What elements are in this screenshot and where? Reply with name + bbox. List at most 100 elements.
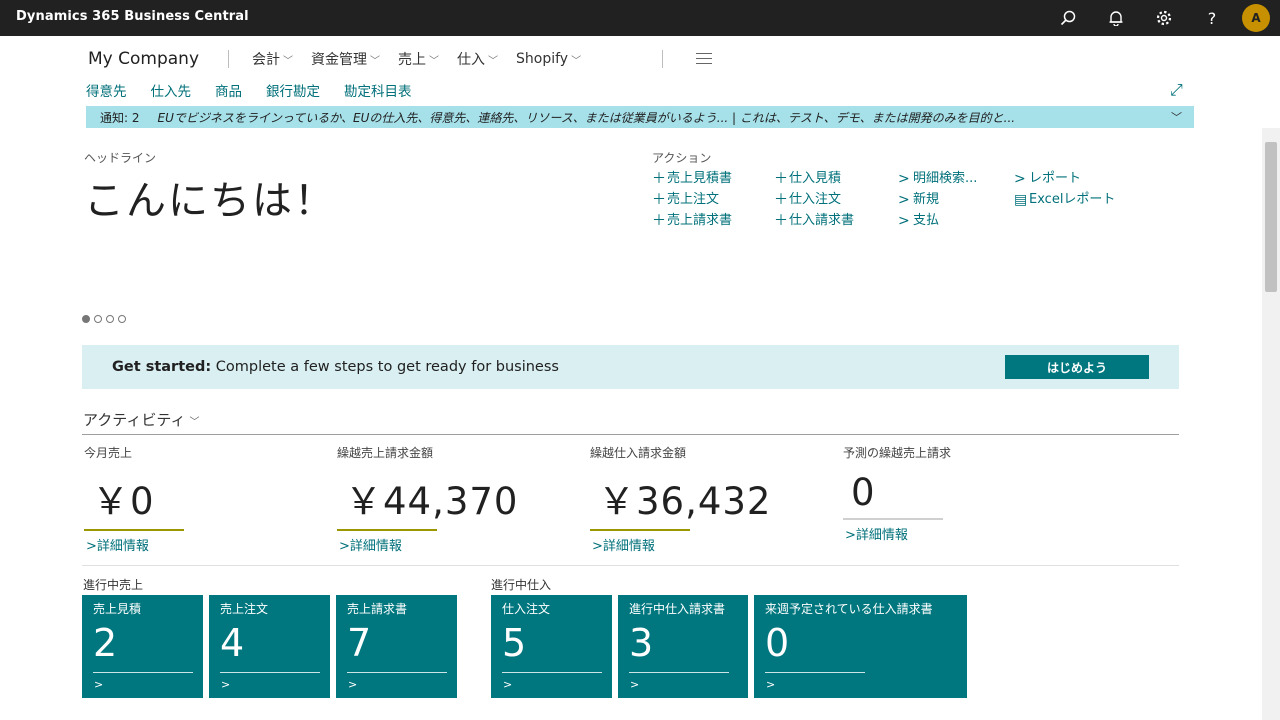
- action-label: 売上注文: [667, 191, 720, 207]
- tile-divider: [765, 672, 865, 673]
- action-sales-invoice[interactable]: ＋売上請求書: [652, 210, 732, 231]
- action-find-entries[interactable]: > 明細検索...: [898, 168, 977, 189]
- plus-icon: ＋: [774, 191, 788, 208]
- nav-item-label: 会計: [252, 52, 280, 68]
- nav-item-label: Shopify: [516, 51, 569, 67]
- search-icon[interactable]: [1044, 0, 1092, 36]
- app-title[interactable]: Dynamics 365 Business Central: [16, 9, 249, 24]
- get-started-banner: Get started: Complete a few steps to get…: [82, 345, 1179, 389]
- cue-indicator: [843, 518, 943, 520]
- cue-value[interactable]: ￥0: [92, 471, 314, 525]
- notification-bar[interactable]: 通知: 2 EUでビジネスをラインっているか、EUの仕入先、得意先、連絡先、リソ…: [86, 106, 1194, 128]
- tile-divider: [93, 672, 193, 673]
- nav-item-shopify[interactable]: Shopify ﹀: [516, 49, 581, 69]
- nav-item-label: 資金管理: [311, 52, 367, 68]
- tile-value: 0: [765, 621, 790, 665]
- actions-column-new-sales: ＋売上見積書 ＋売上注文 ＋売上請求書: [652, 168, 732, 231]
- action-new[interactable]: > 新規: [898, 189, 977, 210]
- cue-forecast-overdue-sales: 予測の繰越売上請求 0 >詳細情報: [843, 444, 1073, 543]
- expand-icon[interactable]: ⤢: [1170, 80, 1183, 100]
- chevron-right-icon: >: [86, 539, 97, 554]
- scrollbar-thumb[interactable]: [1265, 142, 1277, 292]
- plus-icon: ＋: [652, 170, 666, 187]
- cue-value[interactable]: 0: [851, 471, 1073, 514]
- tile-value: 3: [629, 621, 654, 665]
- chevron-right-icon: >: [592, 539, 603, 554]
- cue-more-link[interactable]: >詳細情報: [339, 535, 567, 554]
- chevron-right-icon: >: [339, 539, 350, 554]
- actions-column-reports: > レポート ▤ Excelレポート: [1014, 168, 1115, 210]
- actions-label: アクション: [652, 151, 712, 165]
- activities-title: アクティビティ: [83, 411, 186, 429]
- company-name[interactable]: My Company: [88, 49, 199, 69]
- get-started-text: Get started: Complete a few steps to get…: [112, 359, 559, 375]
- action-purchase-order[interactable]: ＋仕入注文: [774, 189, 854, 210]
- carousel-dot[interactable]: [118, 315, 126, 323]
- cue-more-link[interactable]: >詳細情報: [592, 535, 820, 554]
- nav-item-accounting[interactable]: 会計 ﹀: [252, 49, 293, 69]
- nav-item-cash-management[interactable]: 資金管理 ﹀: [311, 49, 380, 69]
- activities-header[interactable]: アクティビティ ﹀: [83, 409, 199, 430]
- quicklink-bank-accounts[interactable]: 銀行勘定: [266, 80, 320, 100]
- tile-label: 売上請求書: [347, 602, 408, 616]
- cue-value[interactable]: ￥44,370: [345, 471, 567, 525]
- nav-divider: [662, 50, 663, 68]
- action-purchase-invoice[interactable]: ＋仕入請求書: [774, 210, 854, 231]
- get-started-button[interactable]: はじめよう: [1005, 355, 1149, 379]
- tile-value: 5: [502, 621, 527, 665]
- cue-indicator: [337, 529, 437, 531]
- action-sales-order[interactable]: ＋売上注文: [652, 189, 732, 210]
- chevron-down-icon[interactable]: ﹀: [1171, 109, 1182, 125]
- nav-item-label: 仕入: [457, 52, 485, 68]
- nav-item-purchasing[interactable]: 仕入 ﹀: [457, 49, 498, 69]
- action-reports[interactable]: > レポート: [1014, 168, 1115, 189]
- tile-label: 売上見積: [93, 602, 142, 616]
- quicklink-chart-of-accounts[interactable]: 勘定科目表: [344, 80, 412, 100]
- carousel-dot[interactable]: [94, 315, 102, 323]
- top-navigation: 会計 ﹀ 資金管理 ﹀ 売上 ﹀ 仕入 ﹀ Shopify ﹀: [252, 49, 599, 69]
- action-label: 売上見積書: [667, 170, 733, 186]
- quicklink-customers[interactable]: 得意先: [86, 80, 127, 100]
- document-icon: ▤: [1014, 191, 1028, 208]
- tile-sales-quotes[interactable]: 売上見積 2 >: [82, 595, 203, 698]
- action-excel-reports[interactable]: ▤ Excelレポート: [1014, 189, 1115, 210]
- hamburger-menu-icon[interactable]: [696, 53, 712, 64]
- bell-icon[interactable]: [1092, 0, 1140, 36]
- tile-purchase-invoices-due-next-week[interactable]: 来週予定されている仕入請求書 0 >: [754, 595, 967, 698]
- chevron-right-icon: >: [503, 678, 513, 691]
- cue-more-link[interactable]: >詳細情報: [845, 524, 1073, 543]
- quicklink-items[interactable]: 商品: [215, 80, 242, 100]
- action-payments[interactable]: > 支払: [898, 210, 977, 231]
- action-label: 仕入見積: [789, 170, 842, 186]
- tile-divider: [347, 672, 447, 673]
- tile-sales-orders[interactable]: 売上注文 4 >: [209, 595, 330, 698]
- headline-label: ヘッドライン: [84, 151, 157, 165]
- chevron-right-icon: >: [1014, 170, 1026, 187]
- carousel-dot[interactable]: [82, 315, 90, 323]
- action-purchase-quote[interactable]: ＋仕入見積: [774, 168, 854, 189]
- quicklink-vendors[interactable]: 仕入先: [151, 80, 192, 100]
- chevron-down-icon: ﹀: [429, 55, 439, 67]
- cue-value[interactable]: ￥36,432: [598, 471, 820, 525]
- vertical-scrollbar[interactable]: [1262, 128, 1280, 720]
- tile-sales-invoices[interactable]: 売上請求書 7 >: [336, 595, 457, 698]
- tile-label: 来週予定されている仕入請求書: [765, 602, 933, 616]
- actions-column-menus: > 明細検索... > 新規 > 支払: [898, 168, 977, 231]
- nav-item-sales[interactable]: 売上 ﹀: [398, 49, 439, 69]
- action-sales-quote[interactable]: ＋売上見積書: [652, 168, 732, 189]
- tile-ongoing-purchase-invoices[interactable]: 進行中仕入請求書 3 >: [618, 595, 748, 698]
- nav-item-label: 売上: [398, 52, 426, 68]
- app-bar-icons: ? A: [1044, 0, 1280, 36]
- carousel-dot[interactable]: [106, 315, 114, 323]
- action-label: 支払: [913, 212, 940, 228]
- gear-icon[interactable]: [1140, 0, 1188, 36]
- cue-more-link[interactable]: >詳細情報: [86, 535, 314, 554]
- action-label: 新規: [913, 191, 940, 207]
- avatar[interactable]: A: [1242, 4, 1270, 32]
- chevron-right-icon: >: [766, 678, 776, 691]
- actions-column-new-purchase: ＋仕入見積 ＋仕入注文 ＋仕入請求書: [774, 168, 854, 231]
- help-icon[interactable]: ?: [1188, 0, 1236, 36]
- action-label: 仕入請求書: [789, 212, 855, 228]
- tile-purchase-orders[interactable]: 仕入注文 5 >: [491, 595, 612, 698]
- tile-value: 7: [347, 621, 372, 665]
